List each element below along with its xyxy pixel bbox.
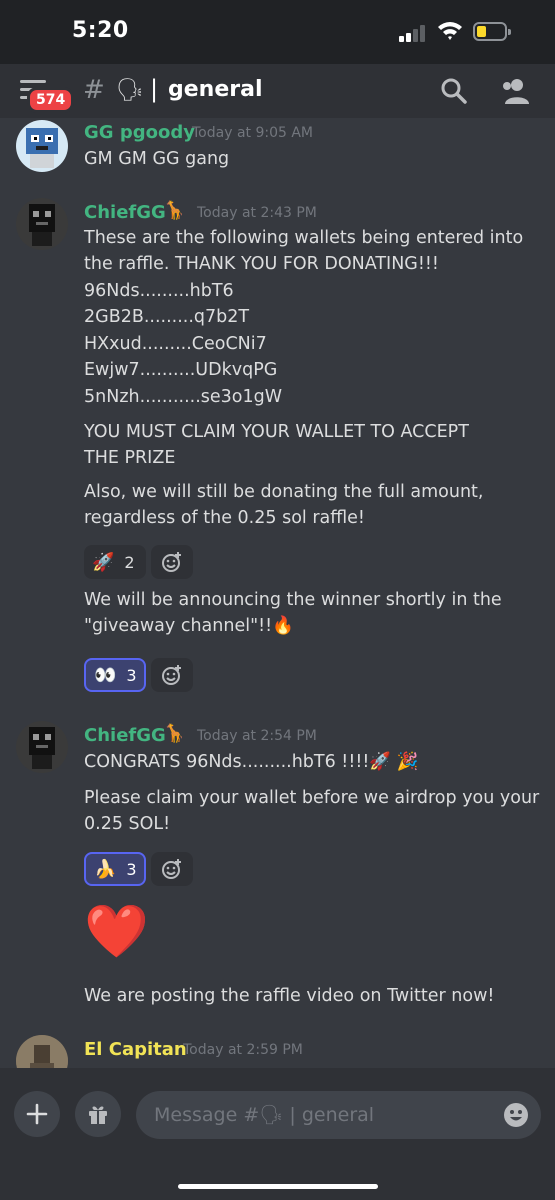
- battery-icon: [473, 22, 511, 41]
- timestamp: Today at 2:59 PM: [183, 1042, 303, 1058]
- author-name[interactable]: El Capitan: [84, 1039, 187, 1060]
- message-text: 0.25 SOL!: [84, 814, 171, 834]
- message-text: 96Nds.........hbT6: [84, 281, 234, 301]
- message-text: regardless of the 0.25 sol raffle!: [84, 508, 365, 528]
- message-composer: Message #🗣 | general: [0, 1068, 555, 1200]
- giraffe-emoji: 🦒: [163, 200, 186, 221]
- cellular-signal-icon: [399, 24, 429, 42]
- home-indicator[interactable]: [178, 1184, 378, 1189]
- plus-icon: [26, 1103, 48, 1125]
- message-text: GM GM GG gang: [84, 149, 230, 169]
- add-reaction-icon: [162, 552, 181, 572]
- avatar[interactable]: [16, 120, 68, 172]
- message-text: HXxud.........CeoCNi7: [84, 334, 267, 354]
- avatar[interactable]: [16, 1035, 68, 1068]
- speaking-head-emoji: 🗣: [116, 78, 144, 103]
- message: ChiefGG 🦒 Today at 2:43 PM These are the…: [0, 198, 555, 698]
- message-text: "giveaway channel"!!🔥: [84, 616, 294, 636]
- message-input[interactable]: Message #🗣 | general: [136, 1091, 541, 1139]
- reaction-count: 2: [124, 552, 135, 572]
- message-text: CONGRATS 96Nds.........hbT6 !!!!🚀 🎉: [84, 752, 419, 772]
- unread-badge: 574: [27, 87, 75, 113]
- message-text: 5nNzh...........se3o1gW: [84, 387, 283, 407]
- status-time: 5:20: [72, 18, 129, 43]
- message-text: These are the following wallets being en…: [84, 228, 524, 248]
- attach-button[interactable]: [14, 1091, 60, 1137]
- channel-hash-icon: #: [83, 75, 105, 105]
- add-reaction-icon: [162, 859, 181, 879]
- add-reaction-button[interactable]: [151, 658, 193, 692]
- status-bar: 5:20: [0, 0, 555, 64]
- reaction-eyes[interactable]: 👀 3: [84, 658, 146, 692]
- message: ChiefGG 🦒 Today at 2:54 PM CONGRATS 96Nd…: [0, 721, 555, 1021]
- wifi-icon: [438, 22, 462, 40]
- add-reaction-icon: [162, 665, 181, 685]
- eyes-emoji: 👀: [94, 664, 117, 686]
- message-text: Also, we will still be donating the full…: [84, 482, 484, 502]
- add-reaction-button[interactable]: [151, 545, 193, 579]
- message: El Capitan Today at 2:59 PM: [0, 1035, 555, 1068]
- reaction-rocket[interactable]: 🚀 2: [84, 545, 146, 579]
- message-text: We will be announcing the winner shortly…: [84, 590, 502, 610]
- message-list[interactable]: GG pgoody Today at 9:05 AM GM GM GG gang…: [0, 118, 555, 1068]
- gift-icon: [89, 1106, 107, 1124]
- avatar[interactable]: [16, 721, 68, 773]
- add-reaction-button[interactable]: [151, 852, 193, 886]
- message-text: the raffle. THANK YOU FOR DONATING!!!: [84, 254, 439, 274]
- channel-name[interactable]: general: [168, 77, 263, 102]
- rocket-emoji: 🚀: [92, 551, 115, 573]
- members-icon[interactable]: [500, 77, 532, 105]
- author-name[interactable]: GG pgoody: [84, 122, 195, 143]
- emoji-picker-icon[interactable]: [503, 1102, 529, 1128]
- message-text: We are posting the raffle video on Twitt…: [84, 986, 495, 1006]
- message-text: Ewjw7..........UDkvqPG: [84, 360, 278, 380]
- search-icon[interactable]: [440, 77, 468, 105]
- message: GG pgoody Today at 9:05 AM GM GM GG gang: [0, 118, 555, 188]
- author-name[interactable]: ChiefGG: [84, 725, 166, 746]
- message-input-placeholder: Message #🗣 | general: [154, 1104, 375, 1126]
- timestamp: Today at 2:43 PM: [197, 205, 317, 221]
- banana-emoji: 🍌: [94, 858, 117, 880]
- avatar[interactable]: [16, 198, 68, 250]
- giraffe-emoji: 🦒: [163, 723, 186, 744]
- reaction-count: 3: [126, 859, 137, 879]
- message-text: THE PRIZE: [84, 448, 176, 468]
- gift-button[interactable]: [75, 1091, 121, 1137]
- reaction-count: 3: [126, 665, 137, 685]
- timestamp: Today at 2:54 PM: [197, 728, 317, 744]
- author-name[interactable]: ChiefGG: [84, 202, 166, 223]
- channel-header: 574 # 🗣 | general: [0, 64, 555, 118]
- heart-emoji: ❤️: [84, 902, 149, 962]
- reaction-banana[interactable]: 🍌 3: [84, 852, 146, 886]
- message-text: Please claim your wallet before we airdr…: [84, 788, 540, 808]
- message-text: YOU MUST CLAIM YOUR WALLET TO ACCEPT: [84, 422, 469, 442]
- channel-separator: |: [150, 75, 159, 103]
- message-text: 2GB2B.........q7b2T: [84, 307, 250, 327]
- timestamp: Today at 9:05 AM: [192, 125, 314, 141]
